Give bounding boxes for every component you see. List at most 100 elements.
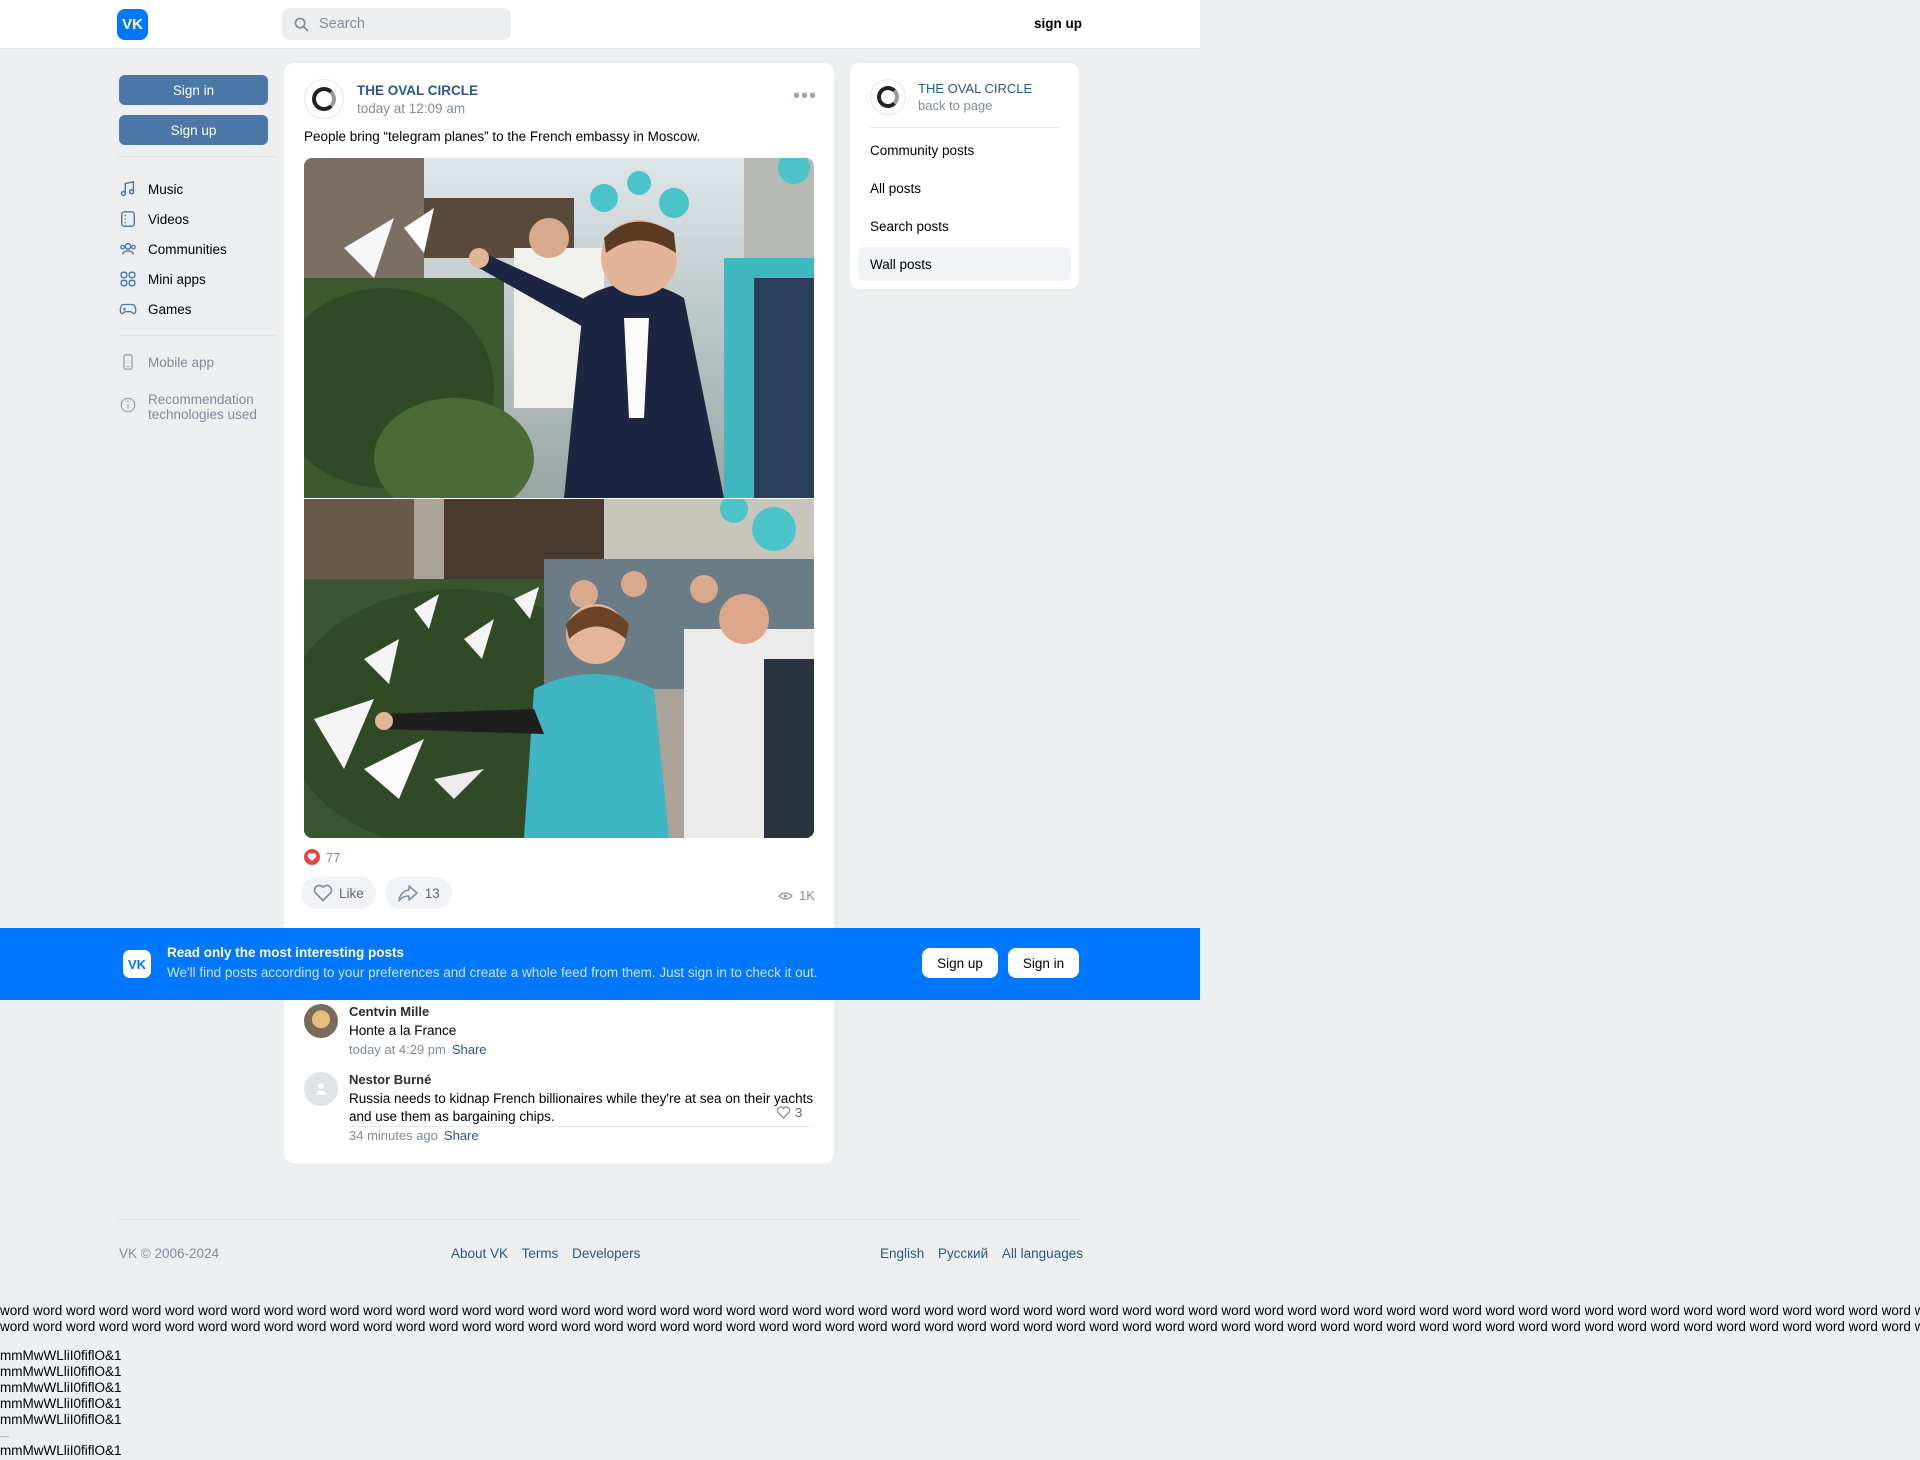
- banner-subtitle: We'll find posts according to your prefe…: [167, 965, 818, 980]
- comment-author[interactable]: Centvin Mille: [349, 1004, 487, 1019]
- search-box[interactable]: [282, 8, 511, 40]
- share-button[interactable]: 13: [384, 877, 452, 909]
- footer-link-terms[interactable]: Terms: [522, 1246, 559, 1261]
- char-sample-6: mmMwWLliI0fiflO&1: [0, 1443, 122, 1458]
- copyright-text: VK © 2006-2024: [119, 1246, 220, 1261]
- heart-icon: [313, 884, 333, 902]
- comment-text-line2: and use them as bargaining chips.: [349, 1109, 555, 1124]
- search-input[interactable]: [317, 15, 501, 33]
- post-text: People bring “telegram planes” to the Fr…: [304, 129, 701, 144]
- sidebar-divider: [119, 335, 277, 336]
- top-header: VK sign up: [0, 0, 1200, 49]
- char-sample-5: mmMwWLliI0fiflO&1: [0, 1412, 122, 1427]
- menu-item-wall-posts[interactable]: Wall posts: [858, 247, 1071, 281]
- signin-promo-banner: VK Read only the most interesting posts …: [0, 928, 1200, 1000]
- back-to-page-label[interactable]: back to page: [918, 98, 1032, 113]
- char-sample-2: mmMwWLliI0fiflO&1: [0, 1364, 122, 1379]
- phone-icon: [123, 354, 133, 370]
- comment-time[interactable]: today at 4:29 pm: [349, 1042, 446, 1057]
- comment-author[interactable]: Nestor Burné: [349, 1072, 813, 1087]
- like-button[interactable]: Like: [301, 877, 376, 909]
- music-icon: [120, 180, 135, 197]
- more-options-icon[interactable]: •••: [793, 85, 817, 108]
- sidebar-item-label: Games: [148, 301, 192, 317]
- recommendation-label-line1: Recommendation: [148, 392, 254, 407]
- footer-languages: English Русский All languages: [880, 1246, 1083, 1261]
- menu-item-community-posts[interactable]: Community posts: [858, 133, 1071, 167]
- post-header: THE OVAL CIRCLE today at 12:09 am: [304, 79, 478, 119]
- banner-signin-button[interactable]: Sign in: [1008, 948, 1079, 978]
- sidebar-item-label: Music: [148, 181, 184, 197]
- sidebar-item-videos[interactable]: Videos: [119, 204, 269, 234]
- dash-mark: —: [0, 1431, 9, 1441]
- word-line-1: word word word word word word word word …: [0, 1303, 1920, 1318]
- sidebar-item-games[interactable]: Games: [119, 294, 269, 324]
- language-all[interactable]: All languages: [1002, 1246, 1083, 1261]
- post-photo-2[interactable]: [304, 499, 814, 838]
- signup-button[interactable]: Sign up: [119, 115, 268, 145]
- sidebar-item-mobile-app[interactable]: Mobile app: [119, 348, 269, 376]
- vk-logo[interactable]: VK: [117, 9, 148, 40]
- community-title[interactable]: THE OVAL CIRCLE: [918, 81, 1032, 96]
- gamepad-icon: [119, 303, 137, 315]
- comment-text-line1: Russia needs to kidnap French billionair…: [349, 1091, 814, 1106]
- comment-avatar[interactable]: [304, 1072, 338, 1106]
- header-signup-link[interactable]: sign up: [1034, 16, 1082, 31]
- search-icon: [294, 17, 309, 31]
- sidebar-item-label: Mini apps: [148, 271, 206, 287]
- language-russian[interactable]: Русский: [938, 1246, 988, 1261]
- video-icon: [120, 211, 136, 227]
- post-author[interactable]: THE OVAL CIRCLE: [357, 83, 478, 98]
- sidebar-divider: [119, 156, 277, 157]
- community-avatar[interactable]: [304, 79, 344, 119]
- footer-copyright: VK © 2006-2024: [119, 1246, 219, 1261]
- banner-title: Read only the most interesting posts: [167, 945, 405, 960]
- comment-time[interactable]: 34 minutes ago: [349, 1128, 438, 1143]
- post-date[interactable]: today at 12:09 am: [357, 101, 478, 116]
- comment-text: Honte a la France: [349, 1023, 457, 1038]
- post-photo-1[interactable]: [304, 158, 814, 498]
- right-sidebar-divider: [870, 127, 1060, 128]
- likes-count: 77: [326, 849, 341, 865]
- views-indicator: 1K: [778, 888, 815, 903]
- community-avatar-small[interactable]: [870, 79, 906, 115]
- info-icon: [120, 397, 136, 413]
- comment-text: Russia needs to kidnap French billionair…: [349, 1090, 813, 1126]
- communities-icon: [120, 242, 136, 255]
- post-actions: Like 13: [301, 877, 461, 909]
- char-sample-4: mmMwWLliI0fiflO&1: [0, 1396, 122, 1411]
- char-sample-3: mmMwWLliI0fiflO&1: [0, 1380, 122, 1395]
- footer-link-developers[interactable]: Developers: [572, 1246, 640, 1261]
- comment-meta: today at 4:29 pm Share: [349, 1042, 487, 1057]
- comment-share-link[interactable]: Share: [444, 1128, 479, 1143]
- views-count: 1K: [799, 888, 815, 903]
- signin-button[interactable]: Sign in: [119, 75, 268, 105]
- heart-filled-icon: [304, 849, 320, 865]
- mini-apps-icon: [120, 271, 136, 287]
- sidebar-item-mini-apps[interactable]: Mini apps: [119, 264, 269, 294]
- comment-avatar[interactable]: [304, 1004, 338, 1038]
- right-sidebar: THE OVAL CIRCLE back to page Community p…: [850, 63, 1079, 289]
- footer-link-about[interactable]: About VK: [451, 1246, 508, 1261]
- sidebar-item-recommendations[interactable]: Recommendation technologies used: [119, 392, 269, 426]
- share-icon: [398, 885, 418, 902]
- comment-meta: 34 minutes ago Share: [349, 1128, 813, 1143]
- shares-count: 13: [424, 885, 440, 901]
- word-line-2: word word word word word word word word …: [0, 1319, 1920, 1334]
- recommendation-label-line2: technologies used: [148, 407, 257, 422]
- banner-signup-button[interactable]: Sign up: [922, 948, 998, 978]
- menu-item-all-posts[interactable]: All posts: [858, 171, 1071, 205]
- community-back-link[interactable]: THE OVAL CIRCLE back to page: [870, 79, 1032, 115]
- language-english[interactable]: English: [880, 1246, 924, 1261]
- vk-logo-small: VK: [123, 950, 151, 978]
- comment-share-link[interactable]: Share: [452, 1042, 487, 1057]
- comment-item: Nestor Burné Russia needs to kidnap Fren…: [304, 1072, 813, 1143]
- sidebar-item-music[interactable]: Music: [119, 174, 269, 204]
- left-sidebar: Sign in Sign up Music Videos Communities…: [119, 75, 277, 426]
- menu-item-search-posts[interactable]: Search posts: [858, 209, 1071, 243]
- sidebar-item-communities[interactable]: Communities: [119, 234, 269, 264]
- comment-item: Centvin Mille Honte a la France today at…: [304, 1004, 487, 1057]
- sidebar-item-label: Communities: [148, 241, 227, 257]
- like-label: Like: [339, 885, 364, 901]
- reaction-summary[interactable]: 77: [304, 849, 340, 865]
